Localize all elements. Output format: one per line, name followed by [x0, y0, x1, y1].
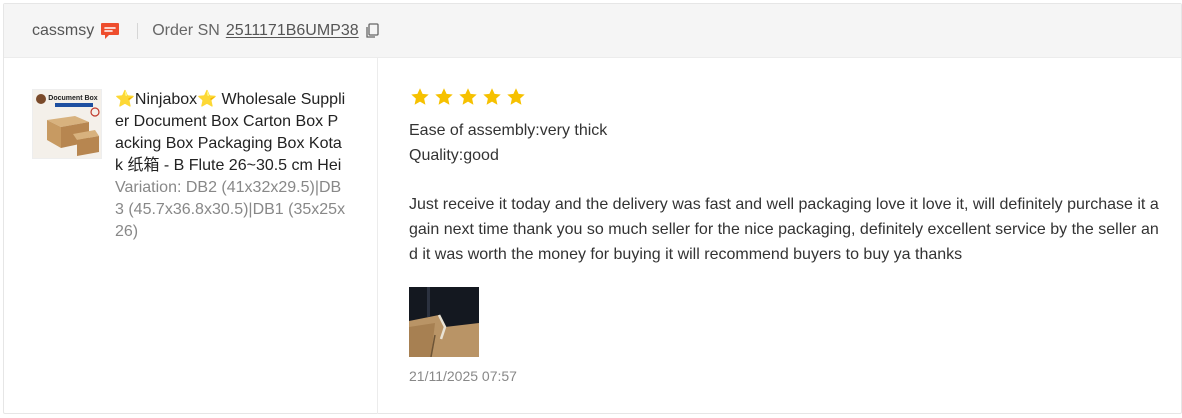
review-photo[interactable] — [409, 287, 479, 357]
order-sn-link[interactable]: 2511171B6UMP38 — [226, 22, 359, 40]
attribute-quality: Quality:good — [409, 147, 499, 164]
product-info: ⭐Ninjabox⭐ Wholesale Supplier Document B… — [115, 89, 347, 243]
star-icon — [483, 88, 501, 105]
star-rating — [409, 86, 1181, 108]
product-variation: Variation: DB2 (41x32x29.5)|DB3 (45.7x36… — [115, 179, 346, 240]
star-icon — [435, 88, 453, 105]
copy-icon[interactable] — [365, 22, 379, 39]
review-timestamp: 21/11/2025 07:57 — [409, 368, 517, 384]
star-icon — [507, 88, 525, 105]
product-thumbnail[interactable]: Document Box — [32, 89, 102, 159]
review-card: cassmsy Order SN 2511171B6UMP38 Document… — [3, 3, 1182, 414]
review-body: Document Box ⭐Ninjabox⭐ Wholesale Suppli… — [4, 58, 1181, 414]
order-sn-label: Order SN — [152, 21, 220, 39]
attribute-assembly: Ease of assembly:very thick — [409, 122, 608, 139]
star-icon — [411, 88, 429, 105]
divider — [137, 22, 139, 39]
product-panel: Document Box ⭐Ninjabox⭐ Wholesale Suppli… — [4, 58, 378, 414]
buyer-name[interactable]: cassmsy — [32, 22, 94, 40]
chat-icon[interactable] — [99, 21, 121, 41]
review-panel: Ease of assembly:very thick Quality:good… — [378, 58, 1181, 414]
order-header: cassmsy Order SN 2511171B6UMP38 — [4, 4, 1181, 58]
thumb-title: Document Box — [48, 95, 98, 102]
review-text: Just receive it today and the delivery w… — [409, 196, 1159, 263]
product-name[interactable]: ⭐Ninjabox⭐ Wholesale Supplier Document B… — [115, 89, 347, 177]
star-icon — [459, 88, 477, 105]
review-attributes: Ease of assembly:very thick Quality:good — [409, 118, 1181, 168]
